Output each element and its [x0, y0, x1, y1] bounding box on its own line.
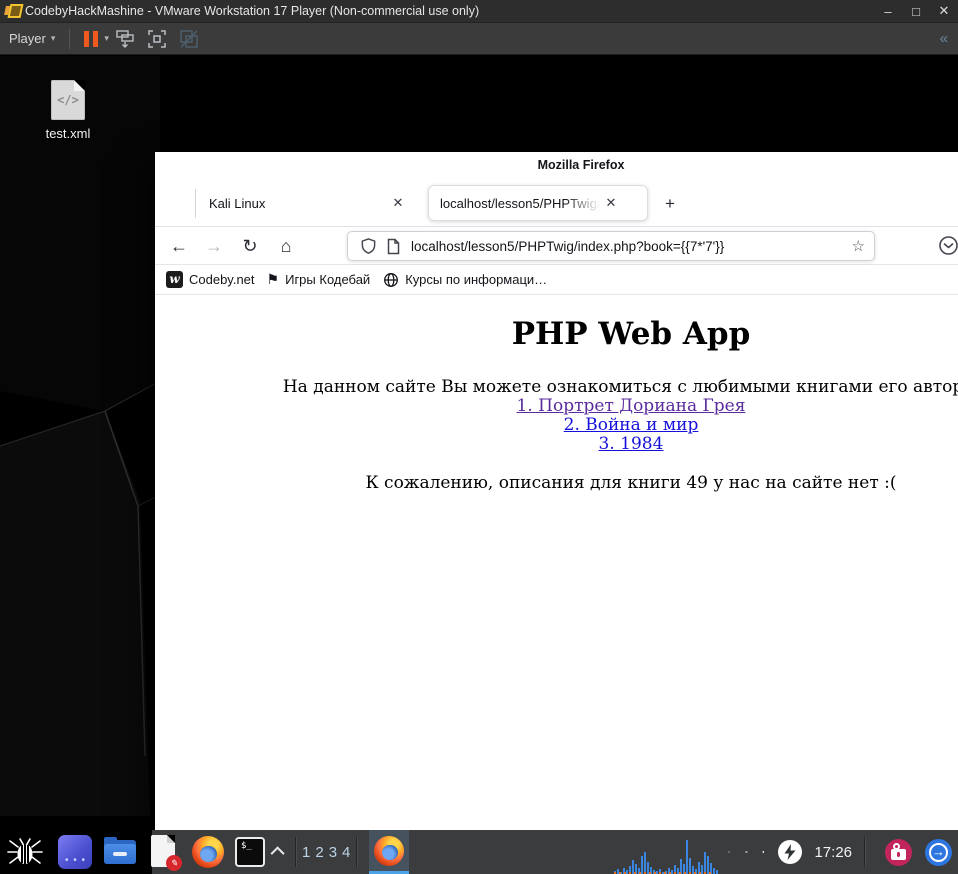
- book-link-3[interactable]: 3. 1984: [155, 435, 958, 454]
- page-title: PHP Web App: [511, 316, 751, 352]
- panel-separator: [356, 837, 358, 867]
- workspace-switcher[interactable]: 1 2 3 4: [302, 844, 350, 861]
- tab-close-icon[interactable]: ✕: [600, 192, 622, 214]
- suspend-caret-icon[interactable]: ▾: [104, 33, 109, 44]
- pencil-badge-icon: ✎: [166, 855, 182, 871]
- workspace-1[interactable]: 1: [302, 844, 310, 861]
- caret-down-icon: ▾: [50, 33, 56, 43]
- network-port-icon[interactable]: [728, 843, 731, 861]
- send-ctrl-alt-del-button[interactable]: [114, 28, 136, 50]
- player-menu-label: Player: [9, 31, 46, 46]
- fullscreen-button[interactable]: [146, 28, 168, 50]
- url-input[interactable]: localhost/lesson5/PHPTwig/index.php?book…: [411, 239, 852, 254]
- lock-screen-button[interactable]: [885, 838, 913, 866]
- tracking-protection-shield-icon[interactable]: [360, 237, 377, 255]
- minimize-button[interactable]: –: [878, 4, 898, 19]
- firefox-window: Mozilla Firefox Kali Linux ✕ localhost/l…: [155, 152, 958, 830]
- bookmark-games[interactable]: ⚑ Игры Кодебай: [267, 271, 371, 288]
- kali-taskbar: • • • ✎ $_ 1 2 3 4 17:26 →: [0, 830, 958, 874]
- workspace-3[interactable]: 3: [329, 844, 337, 861]
- notification-bell-icon[interactable]: [762, 839, 765, 865]
- bookmark-courses[interactable]: Курсы по информаци…: [383, 272, 547, 288]
- workspace-2[interactable]: 2: [315, 844, 323, 861]
- tab-localhost-active[interactable]: localhost/lesson5/PHPTwig/i ✕: [428, 185, 648, 221]
- firefox-window-title: Mozilla Firefox: [537, 158, 625, 172]
- codeby-favicon: w: [166, 271, 183, 288]
- vmware-player-window: CodebyHackMashine - VMware Workstation 1…: [0, 0, 958, 874]
- bookmark-label: Игры Кодебай: [285, 272, 371, 287]
- new-tab-button[interactable]: +: [658, 192, 682, 216]
- save-to-pocket-icon[interactable]: [938, 235, 958, 256]
- vmware-title: CodebyHackMashine - VMware Workstation 1…: [25, 4, 480, 18]
- firefox-icon: [192, 836, 224, 868]
- kali-dragon-icon: [7, 838, 43, 864]
- code-glyph: </>: [57, 93, 79, 107]
- navigation-bar: ← → ↻ ⌂ localhost/lesson5/PHPTwig/index.…: [155, 227, 958, 265]
- back-button[interactable]: ←: [166, 234, 192, 258]
- toolbar-divider: [69, 28, 71, 49]
- volume-icon[interactable]: [744, 839, 748, 865]
- globe-favicon-icon: [384, 272, 399, 287]
- tab-close-icon[interactable]: ✕: [387, 192, 409, 214]
- tab-strip: Kali Linux ✕ localhost/lesson5/PHPTwig/i…: [155, 180, 958, 227]
- web-page-content: PHP Web App На данном сайте Вы можете оз…: [155, 295, 958, 830]
- tab-title: Kali Linux: [209, 195, 266, 211]
- panel-separator: [864, 837, 866, 867]
- bookmark-star-icon[interactable]: ☆: [852, 237, 865, 255]
- desktop-icon-test-xml[interactable]: </> test.xml: [38, 80, 98, 160]
- logout-button[interactable]: →: [925, 838, 953, 866]
- power-manager-icon[interactable]: [778, 840, 803, 864]
- page-info-icon[interactable]: [386, 238, 401, 255]
- desktop-icon-label: test.xml: [45, 126, 91, 141]
- launcher-dots: • • •: [65, 855, 87, 866]
- clock[interactable]: 17:26: [814, 844, 852, 861]
- text-editor-button[interactable]: ✎: [149, 834, 182, 871]
- collapse-toolbar-icon[interactable]: «: [940, 30, 948, 47]
- bookmark-label: Codeby.net: [189, 272, 255, 287]
- vmware-titlebar: CodebyHackMashine - VMware Workstation 1…: [0, 0, 958, 22]
- network-monitor-graph[interactable]: [614, 834, 719, 874]
- terminal-icon: $_: [241, 841, 252, 851]
- app-launcher-button[interactable]: • • •: [58, 835, 92, 869]
- firefox-titlebar[interactable]: Mozilla Firefox: [155, 152, 958, 180]
- vm-screen: </> test.xml Mozilla Firefox Kali Linux …: [0, 56, 958, 874]
- tab-title: localhost/lesson5/PHPTwig/i: [440, 195, 600, 211]
- page-intro-text: На данном сайте Вы можете ознакомиться с…: [282, 377, 958, 397]
- suspend-vm-button[interactable]: [84, 30, 99, 47]
- arrow-right-icon: →: [932, 843, 946, 859]
- book-link-2[interactable]: 2. Война и мир: [155, 416, 958, 435]
- xml-file-icon: </>: [51, 80, 85, 120]
- tab-kali-linux[interactable]: Kali Linux ✕: [196, 180, 428, 226]
- taskbar-firefox-window-button[interactable]: [369, 830, 410, 874]
- page-error-message: К сожалению, описания для книги 49 у нас…: [365, 473, 897, 493]
- home-button[interactable]: ⌂: [273, 234, 299, 258]
- bookmark-label: Курсы по информаци…: [405, 272, 548, 287]
- terminal-launcher-button[interactable]: $_: [235, 837, 265, 867]
- bookmarks-bar: w Codeby.net ⚑ Игры Кодебай Курсы по инф…: [155, 265, 958, 295]
- firefox-launcher-button[interactable]: [191, 835, 225, 869]
- file-manager-button[interactable]: [103, 835, 137, 869]
- vmware-logo-icon: [4, 4, 24, 18]
- reload-button[interactable]: ↻: [237, 234, 263, 258]
- flag-favicon-icon: ⚑: [266, 271, 280, 287]
- panel-separator: [295, 837, 296, 867]
- kali-menu-button[interactable]: [0, 830, 50, 874]
- player-menu-button[interactable]: Player ▾: [0, 31, 61, 46]
- url-bar[interactable]: localhost/lesson5/PHPTwig/index.php?book…: [347, 231, 875, 261]
- bookmark-codeby[interactable]: w Codeby.net: [166, 271, 255, 288]
- forward-button[interactable]: →: [201, 234, 227, 258]
- close-button[interactable]: ✕: [934, 3, 954, 19]
- workspace-4[interactable]: 4: [342, 844, 350, 861]
- vmware-toolbar: Player ▾ ▾ «: [0, 22, 958, 55]
- unity-mode-button-disabled: [178, 28, 200, 50]
- panel-expand-chevron-icon[interactable]: [269, 830, 289, 874]
- maximize-button[interactable]: □: [906, 4, 926, 19]
- book-link-1[interactable]: 1. Портрет Дориана Грея: [155, 397, 958, 416]
- firefox-icon: [374, 835, 405, 866]
